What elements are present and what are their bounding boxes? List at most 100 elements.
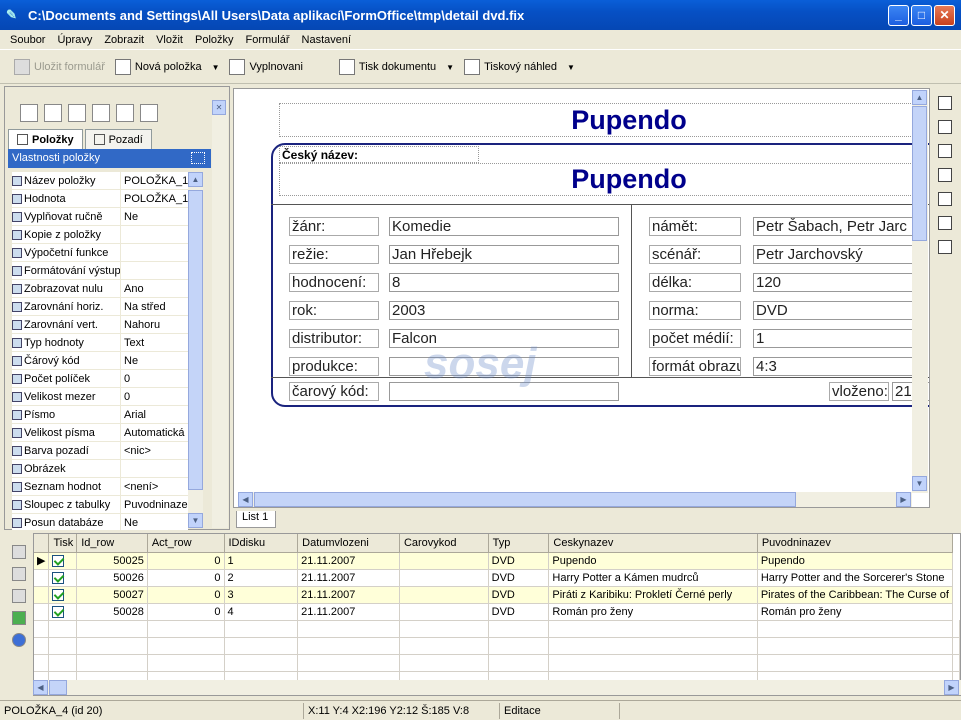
print-checkbox[interactable] — [48, 569, 78, 587]
property-row[interactable]: Čárový kód Ne — [12, 352, 188, 370]
property-value[interactable] — [120, 226, 188, 243]
edit-tool-icon[interactable] — [44, 104, 62, 122]
scroll-thumb[interactable] — [254, 492, 796, 507]
column-header[interactable]: Ceskynazev — [548, 534, 758, 553]
scroll-thumb[interactable] — [49, 680, 67, 695]
print-checkbox[interactable] — [48, 586, 78, 604]
property-row[interactable]: Formátování výstup — [12, 262, 188, 280]
minimize-button[interactable]: _ — [888, 4, 909, 26]
scroll-left-icon[interactable]: ◀ — [33, 680, 48, 695]
property-row[interactable]: Písmo Arial — [12, 406, 188, 424]
menu-upravy[interactable]: Úpravy — [51, 34, 98, 46]
table-row[interactable]: 50026 0 2 21.11.2007 DVD Harry Potter a Kámen… — [34, 569, 960, 587]
property-row[interactable]: Zarovnání horiz. Na střed — [12, 298, 188, 316]
column-header[interactable]: Id_row — [76, 534, 148, 553]
property-value[interactable]: Automatická — [120, 424, 188, 441]
form-design-area[interactable]: Pupendo Český název: Pupendo žánr: Komedi… — [233, 88, 930, 508]
property-row[interactable]: Velikost mezer 0 — [12, 388, 188, 406]
property-value[interactable] — [120, 244, 188, 261]
scroll-up-icon[interactable]: ▲ — [188, 172, 203, 187]
new-item-button[interactable]: Nová položka ▼ — [114, 59, 219, 75]
scroll-right-icon[interactable]: ▶ — [944, 680, 959, 695]
close-panel-icon[interactable]: ✕ — [212, 100, 226, 115]
column-header[interactable]: Datumvlozeni — [297, 534, 400, 553]
property-value[interactable]: 0 — [120, 388, 188, 405]
property-row[interactable]: Barva pozadí <nic> — [12, 442, 188, 460]
property-row[interactable]: Vyplňovat ručně Ne — [12, 208, 188, 226]
column-header[interactable]: Puvodninazev — [757, 534, 954, 553]
checkbox-icon[interactable] — [52, 554, 65, 567]
help-icon[interactable] — [12, 633, 26, 647]
save-form-button[interactable]: Uložit formulář — [14, 59, 105, 75]
property-row[interactable]: Seznam hodnot <není> — [12, 478, 188, 496]
field-value[interactable]: 2003 — [389, 301, 619, 320]
checkbox-icon[interactable] — [52, 588, 65, 601]
copy-icon[interactable] — [938, 120, 952, 134]
property-row[interactable]: Výpočetní funkce — [12, 244, 188, 262]
menu-polozky[interactable]: Položky — [189, 34, 240, 46]
field-value[interactable]: DVD — [753, 301, 923, 320]
menu-nastaveni[interactable]: Nastavení — [296, 34, 358, 46]
item-tool-icon[interactable] — [20, 104, 38, 122]
scroll-down-icon[interactable]: ▼ — [188, 513, 203, 528]
field-value[interactable]: Petr Šabach, Petr Jarc — [753, 217, 923, 236]
property-value[interactable]: Nahoru — [120, 316, 188, 333]
align-bottom-icon[interactable] — [938, 216, 952, 230]
field-value[interactable]: 4:3 — [753, 357, 923, 376]
property-value[interactable]: Ne — [120, 208, 188, 225]
refresh-icon[interactable] — [12, 611, 26, 625]
pointer-icon[interactable] — [938, 96, 952, 110]
field-value[interactable]: 8 — [389, 273, 619, 292]
menu-soubor[interactable]: Soubor — [4, 34, 51, 46]
property-value[interactable]: 0 — [120, 370, 188, 387]
property-value[interactable]: Ano — [120, 280, 188, 297]
sheet-tab[interactable]: List 1 — [236, 511, 276, 528]
table-row[interactable]: ▶ 50025 0 1 21.11.2007 DVD Pupendo Pupendo — [34, 552, 960, 570]
property-value[interactable]: POLOŽKA_1 — [120, 190, 188, 207]
property-row[interactable]: Posun databáze Ne — [12, 514, 188, 530]
folder-icon[interactable] — [12, 567, 26, 581]
property-value[interactable]: POLOŽKA_1 — [120, 172, 188, 189]
property-value[interactable]: Na střed — [120, 298, 188, 315]
same-height-icon[interactable] — [938, 240, 952, 254]
property-row[interactable]: Velikost písma Automatická — [12, 424, 188, 442]
property-row[interactable]: Zobrazovat nulu Ano — [12, 280, 188, 298]
menu-zobrazit[interactable]: Zobrazit — [98, 34, 150, 46]
align-top-icon[interactable] — [938, 192, 952, 206]
align-right-icon[interactable] — [938, 168, 952, 182]
menu-formular[interactable]: Formulář — [240, 34, 296, 46]
checkbox-icon[interactable] — [52, 571, 65, 584]
column-header[interactable]: Act_row — [147, 534, 225, 553]
print-checkbox[interactable] — [48, 603, 78, 621]
tab-pozadi[interactable]: Pozadí — [84, 129, 152, 149]
delete-icon[interactable] — [12, 589, 26, 603]
search-tool-icon[interactable] — [116, 104, 134, 122]
property-value[interactable]: <není> — [120, 478, 188, 495]
column-header[interactable]: Tisk — [48, 534, 78, 553]
property-value[interactable]: Puvodninaze — [120, 496, 188, 513]
scroll-up-icon[interactable]: ▲ — [912, 90, 927, 105]
scroll-right-icon[interactable]: ▶ — [896, 492, 911, 507]
field-value[interactable]: 120 — [753, 273, 923, 292]
property-row[interactable]: Zarovnání vert. Nahoru — [12, 316, 188, 334]
field-value[interactable]: 1 — [753, 329, 923, 348]
field-value[interactable]: Petr Jarchovský — [753, 245, 923, 264]
field-value[interactable]: Komedie — [389, 217, 619, 236]
column-header[interactable]: Carovykod — [399, 534, 489, 553]
table-row[interactable]: 50028 0 4 21.11.2007 DVD Román pro ženy Román … — [34, 603, 960, 621]
print-button[interactable]: Tisk dokumentu ▼ — [338, 59, 454, 75]
maximize-button[interactable]: □ — [911, 4, 932, 26]
property-row[interactable]: Hodnota POLOŽKA_1 — [12, 190, 188, 208]
property-row[interactable]: Počet políček 0 — [12, 370, 188, 388]
property-row[interactable]: Typ hodnoty Text — [12, 334, 188, 352]
property-row[interactable]: Obrázek — [12, 460, 188, 478]
field-value[interactable]: Jan Hřebejk — [389, 245, 619, 264]
checkbox-icon[interactable] — [52, 605, 65, 618]
design-vertical-scrollbar[interactable]: ▲ ▼ — [912, 90, 928, 493]
paint-tool-icon[interactable] — [92, 104, 110, 122]
scroll-thumb[interactable] — [188, 190, 203, 490]
property-row[interactable]: Sloupec z tabulky Puvodninaze — [12, 496, 188, 514]
property-value[interactable]: Ne — [120, 514, 188, 530]
property-value[interactable]: Ne — [120, 352, 188, 369]
dropdown-arrow-icon[interactable]: ▼ — [567, 63, 575, 72]
